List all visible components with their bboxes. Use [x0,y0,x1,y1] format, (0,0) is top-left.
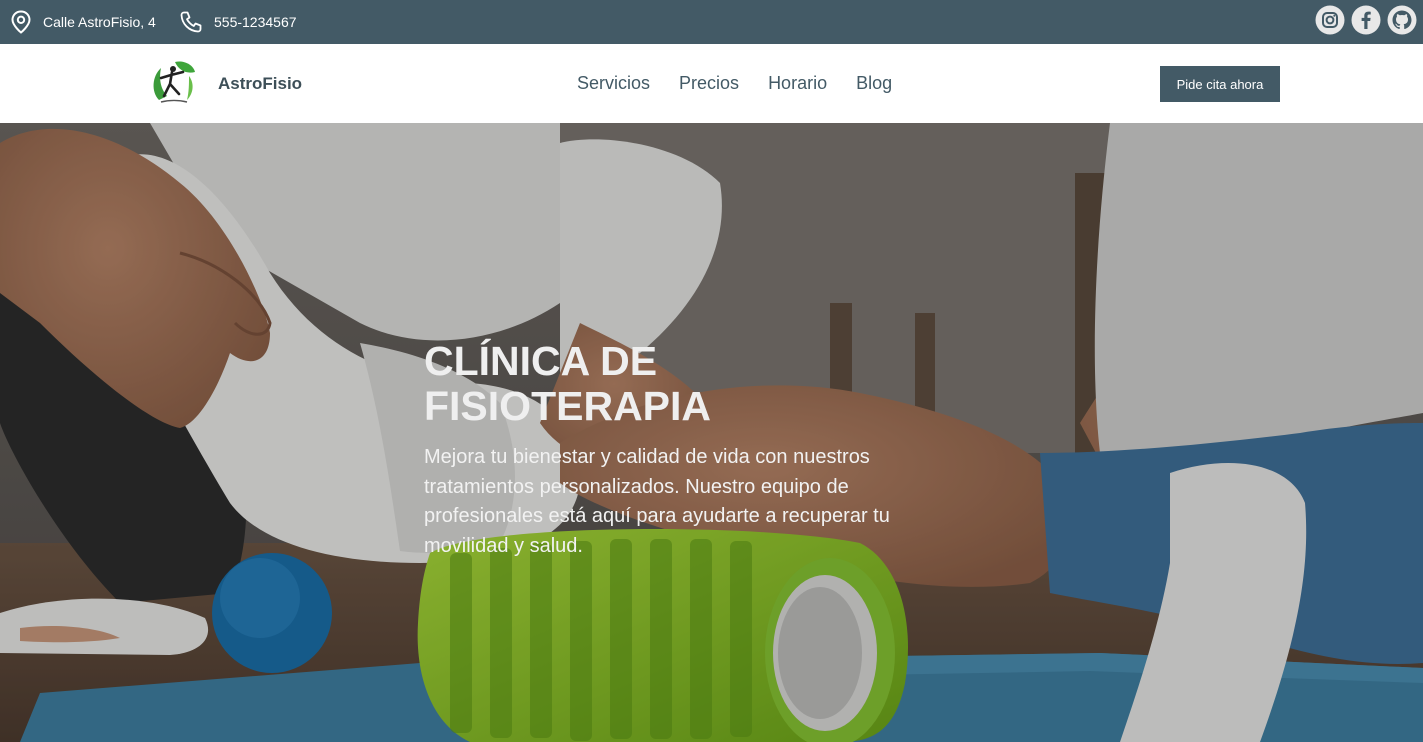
location-pin-icon [10,10,32,34]
hero-section: CLÍNICA DE FISIOTERAPIA Mejora tu bienes… [0,123,1423,742]
book-appointment-button[interactable]: Pide cita ahora [1160,66,1280,102]
hero-content: CLÍNICA DE FISIOTERAPIA Mejora tu bienes… [424,339,944,561]
instagram-icon [1315,5,1345,40]
hero-title: CLÍNICA DE FISIOTERAPIA [424,339,944,429]
phone-item: 555-1234567 [179,0,297,44]
nav-link-blog[interactable]: Blog [856,73,892,94]
facebook-icon [1351,5,1381,40]
instagram-link[interactable] [1315,5,1345,40]
hero-title-line-1: CLÍNICA DE [424,338,658,384]
nav-link-precios[interactable]: Precios [679,73,739,94]
nav-link-servicios[interactable]: Servicios [577,73,650,94]
social-links [1315,5,1417,40]
github-icon [1387,5,1417,40]
main-navbar: AstroFisio Servicios Precios Horario Blo… [0,44,1423,123]
phone-text: 555-1234567 [214,14,297,30]
address-item: Calle AstroFisio, 4 [10,0,156,44]
hero-title-line-2: FISIOTERAPIA [424,383,712,429]
nav-link-horario[interactable]: Horario [768,73,827,94]
address-text: Calle AstroFisio, 4 [43,14,156,30]
brand-name[interactable]: AstroFisio [218,44,302,123]
phone-icon [179,10,203,34]
nav-menu: Servicios Precios Horario Blog [577,44,921,123]
github-link[interactable] [1387,5,1417,40]
hero-description: Mejora tu bienestar y calidad de vida co… [424,446,890,557]
logo-icon [149,58,199,108]
top-bar: Calle AstroFisio, 4 555-1234567 [0,0,1423,44]
facebook-link[interactable] [1351,5,1381,40]
